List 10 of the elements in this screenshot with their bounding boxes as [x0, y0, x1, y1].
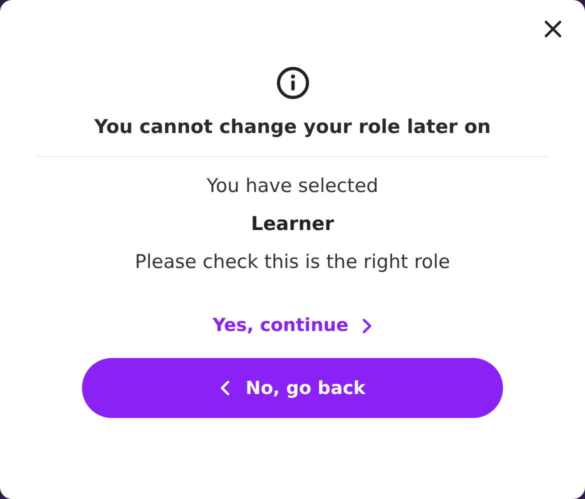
message-text: Please check this is the right role [134, 251, 450, 273]
continue-link[interactable]: Yes, continue [212, 315, 372, 336]
dialog-title: You cannot change your role later on [94, 116, 491, 138]
go-back-button[interactable]: No, go back [82, 358, 503, 418]
message-text: Learner [251, 213, 334, 235]
chevron-left-icon [220, 380, 230, 396]
chevron-right-icon [362, 318, 372, 334]
info-icon [276, 66, 310, 100]
close-icon[interactable] [544, 20, 562, 38]
message-text: You have selected [206, 175, 378, 197]
